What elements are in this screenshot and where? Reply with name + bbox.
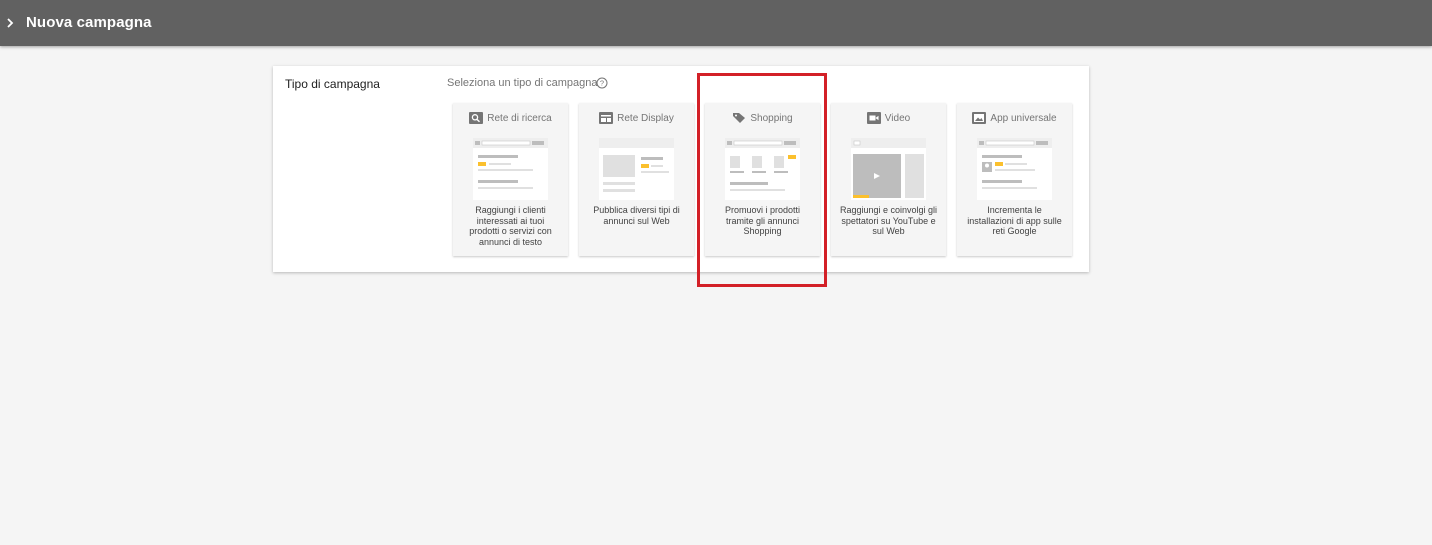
search-ad-illustration [473, 138, 548, 200]
campaign-type-app[interactable]: App universale Incrementa le installazio… [957, 103, 1072, 256]
help-icon[interactable]: ? [596, 77, 608, 89]
tile-header: App universale [957, 111, 1072, 125]
tile-title: Rete Display [617, 112, 674, 124]
svg-text:?: ? [600, 79, 604, 88]
tile-title: Video [884, 112, 911, 124]
tile-title: Rete di ricerca [487, 112, 552, 124]
app-ad-illustration [977, 138, 1052, 200]
tile-description: Promuovi i prodotti tramite gli annunci … [724, 205, 801, 236]
tile-description: Pubblica diversi tipi di annunci sul Web [593, 205, 680, 226]
page-title: Nuova campagna [26, 14, 152, 31]
top-bar: Nuova campagna [0, 0, 1432, 46]
campaign-type-shopping[interactable]: Shopping Promuovi i prodotti tramite gli… [705, 103, 820, 256]
campaign-type-video[interactable]: Video Raggiungi e coinvolgi gli spettato… [831, 103, 946, 256]
video-ad-illustration [851, 138, 926, 200]
tile-title: Shopping [750, 112, 793, 124]
campaign-type-card: Tipo di campagna Seleziona un tipo di ca… [273, 66, 1089, 272]
tile-description: Raggiungi e coinvolgi gli spettatori su … [839, 205, 938, 236]
campaign-type-search[interactable]: Rete di ricerca Raggiungi i clienti inte… [453, 103, 568, 256]
tag-icon [733, 113, 746, 123]
tile-header: Rete Display [579, 111, 694, 125]
display-icon [599, 112, 614, 124]
chevron-right-icon[interactable] [5, 13, 17, 33]
section-prompt: Seleziona un tipo di campagna [447, 77, 598, 89]
search-icon [469, 112, 484, 124]
campaign-type-display[interactable]: Rete Display Pubblica diversi tipi di an… [579, 103, 694, 256]
shopping-ad-illustration [725, 138, 800, 200]
tile-description: Incrementa le installazioni di app sulle… [967, 205, 1062, 236]
section-label: Tipo di campagna [285, 77, 380, 91]
tile-description: Raggiungi i clienti interessati ai tuoi … [469, 205, 552, 247]
app-icon [972, 112, 987, 124]
tile-header: Rete di ricerca [453, 111, 568, 125]
tile-header: Video [831, 111, 946, 125]
tile-title: App universale [990, 112, 1057, 124]
tile-header: Shopping [705, 111, 820, 125]
video-camera-icon [866, 112, 881, 124]
display-ad-illustration [599, 138, 674, 200]
